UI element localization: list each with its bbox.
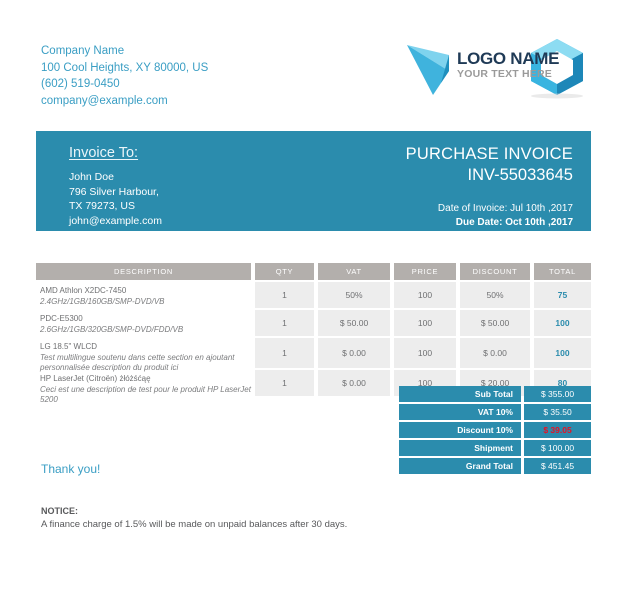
- company-info: Company Name 100 Cool Heights, XY 80000,…: [41, 43, 208, 109]
- invoice-page: Company Name 100 Cool Heights, XY 80000,…: [0, 0, 626, 602]
- customer-name: John Doe: [69, 171, 114, 183]
- product-name: LG 18.5" WLCD: [40, 342, 98, 351]
- totals-label: Shipment: [399, 440, 521, 456]
- cell-vat: $ 0.00: [318, 370, 390, 396]
- totals-label: VAT 10%: [399, 404, 521, 420]
- cell-description: PDC-E5300 2.6GHz/1GB/320GB/SMP-DVD/FDD/V…: [36, 310, 251, 336]
- notice-body: A finance charge of 1.5% will be made on…: [41, 519, 348, 530]
- column-header-total: TOTAL: [534, 263, 591, 280]
- cell-total: 100: [534, 310, 591, 336]
- invoice-banner: Invoice To: John Doe 796 Silver Harbour,…: [36, 131, 591, 231]
- company-email: company@example.com: [41, 94, 168, 107]
- product-spec: 2.4GHz/1GB/160GB/SMP-DVD/VB: [40, 296, 165, 306]
- cell-description: HP LaserJet (Citroën) żłóżśćąę Ceci est …: [36, 370, 251, 404]
- cell-total: 75: [534, 282, 591, 308]
- totals-row-shipment: Shipment $ 100.00: [399, 440, 591, 456]
- totals-value: $ 100.00: [524, 440, 591, 456]
- notice-section: NOTICE: A finance charge of 1.5% will be…: [41, 505, 561, 532]
- date-of-invoice: Date of Invoice: Jul 10th ,2017: [437, 203, 573, 214]
- customer-info: John Doe 796 Silver Harbour, TX 79273, U…: [69, 170, 162, 228]
- totals-label: Discount 10%: [399, 422, 521, 438]
- totals-row-discount: Discount 10% $ 39.05: [399, 422, 591, 438]
- totals-row-sub-total: Sub Total $ 355.00: [399, 386, 591, 402]
- cell-qty: 1: [255, 338, 314, 368]
- thank-you-message: Thank you!: [41, 462, 101, 476]
- cell-vat: $ 50.00: [318, 310, 390, 336]
- customer-address-line1: 796 Silver Harbour,: [69, 185, 159, 198]
- invoice-dates: Date of Invoice: Jul 10th ,2017 Due Date…: [438, 202, 573, 229]
- totals-summary: Sub Total $ 355.00 VAT 10% $ 35.50 Disco…: [399, 386, 591, 476]
- column-header-vat: VAT: [318, 263, 390, 280]
- totals-value: $ 451.45: [524, 458, 591, 474]
- logo-text-block: LOGO NAME YOUR TEXT HERE: [457, 49, 560, 81]
- table-body: AMD Athlon X2DC-7450 2.4GHz/1GB/160GB/SM…: [36, 282, 591, 404]
- cell-vat: $ 0.00: [318, 338, 390, 368]
- cell-price: 100: [394, 282, 456, 308]
- invoice-number: INV-55033645: [467, 166, 573, 184]
- document-title: PURCHASE INVOICE: [405, 145, 573, 163]
- table-header: DESCRIPTION QTY VAT PRICE DISCOUNT TOTAL: [36, 263, 591, 280]
- line-items-table: DESCRIPTION QTY VAT PRICE DISCOUNT TOTAL: [36, 263, 591, 404]
- cell-total: 100: [534, 338, 591, 368]
- totals-row-vat: VAT 10% $ 35.50: [399, 404, 591, 420]
- customer-address-line2: TX 79273, US: [69, 200, 135, 212]
- totals-row-grand-total: Grand Total $ 451.45: [399, 458, 591, 474]
- column-header-description: DESCRIPTION: [36, 263, 251, 280]
- company-logo: LOGO NAME YOUR TEXT HERE: [405, 37, 590, 99]
- totals-label: Grand Total: [399, 458, 521, 474]
- column-header-qty: QTY: [255, 263, 314, 280]
- cell-qty: 1: [255, 310, 314, 336]
- cell-qty: 1: [255, 282, 314, 308]
- cell-description: AMD Athlon X2DC-7450 2.4GHz/1GB/160GB/SM…: [36, 282, 251, 308]
- totals-value: $ 39.05: [524, 422, 591, 438]
- product-name: HP LaserJet (Citroën) żłóżśćąę: [40, 374, 151, 383]
- table-row: PDC-E5300 2.6GHz/1GB/320GB/SMP-DVD/FDD/V…: [36, 310, 591, 336]
- invoice-header-area: Company Name 100 Cool Heights, XY 80000,…: [0, 0, 626, 130]
- cell-price: 100: [394, 310, 456, 336]
- cell-discount: 50%: [460, 282, 530, 308]
- totals-value: $ 35.50: [524, 404, 591, 420]
- cell-price: 100: [394, 338, 456, 368]
- cell-discount: $ 0.00: [460, 338, 530, 368]
- cell-qty: 1: [255, 370, 314, 396]
- column-header-discount: DISCOUNT: [460, 263, 530, 280]
- due-date: Due Date: Oct 10th ,2017: [455, 216, 573, 228]
- product-spec: 2.6GHz/1GB/320GB/SMP-DVD/FDD/VB: [40, 324, 184, 334]
- logo-subtitle: YOUR TEXT HERE: [457, 68, 552, 80]
- cell-description: LG 18.5" WLCD Test multilingue soutenu d…: [36, 338, 251, 372]
- invoice-to-label: Invoice To:: [69, 145, 139, 161]
- customer-email: john@example.com: [69, 214, 162, 227]
- totals-label: Sub Total: [399, 386, 521, 402]
- logo-name: LOGO NAME: [457, 49, 560, 68]
- table-row: LG 18.5" WLCD Test multilingue soutenu d…: [36, 338, 591, 372]
- product-spec: Ceci est une description de test pour le…: [40, 384, 251, 405]
- cell-discount: $ 50.00: [460, 310, 530, 336]
- company-phone: (602) 519-0450: [41, 78, 120, 90]
- company-name: Company Name: [41, 45, 125, 57]
- cell-vat: 50%: [318, 282, 390, 308]
- column-header-price: PRICE: [394, 263, 456, 280]
- notice-title: NOTICE:: [41, 506, 78, 516]
- table-row: AMD Athlon X2DC-7450 2.4GHz/1GB/160GB/SM…: [36, 282, 591, 308]
- totals-value: $ 355.00: [524, 386, 591, 402]
- product-name: PDC-E5300: [40, 314, 83, 323]
- product-name: AMD Athlon X2DC-7450: [40, 286, 127, 295]
- invoice-title-block: PURCHASE INVOICE INV-55033645: [406, 144, 573, 186]
- company-address: 100 Cool Heights, XY 80000, US: [41, 61, 209, 74]
